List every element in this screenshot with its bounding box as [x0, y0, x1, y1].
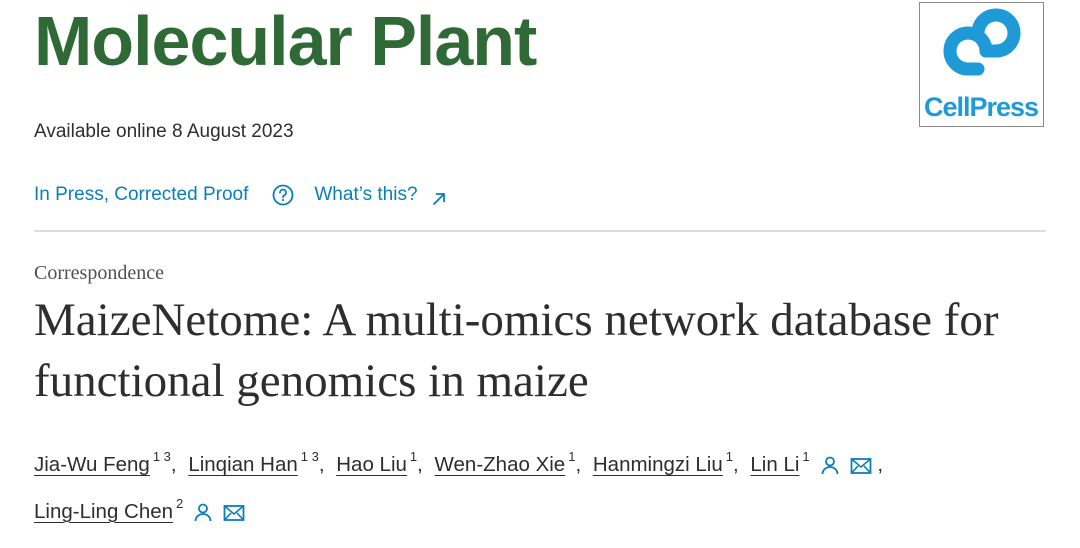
- author-list: Jia-Wu Feng 1 3, Linqian Han 1 3, Hao Liu 1…: [34, 440, 1044, 534]
- envelope-icon[interactable]: [223, 497, 245, 534]
- cellpress-wordmark: CellPress: [924, 92, 1038, 122]
- available-online-date: Available online 8 August 2023: [34, 121, 294, 142]
- person-icon[interactable]: [820, 450, 840, 487]
- cellpress-logo[interactable]: CellPress: [919, 2, 1044, 127]
- author-item: Ling-Ling Chen 2: [34, 496, 245, 523]
- author-item: Lin Li 1 ,: [750, 449, 889, 476]
- author-name-link[interactable]: Linqian Han: [188, 453, 297, 476]
- author-item: Wen-Zhao Xie 1,: [434, 449, 582, 476]
- article-status-link[interactable]: In Press, Corrected Proof: [34, 184, 248, 206]
- author-affiliation: 1 3: [300, 449, 319, 464]
- author-name-link[interactable]: Lin Li: [750, 453, 799, 476]
- article-status-row: In Press, Corrected Proof What’s this?: [34, 180, 446, 210]
- arrow-up-right-icon[interactable]: [432, 190, 446, 205]
- cellpress-logo-icon: CellPress: [924, 8, 1039, 122]
- author-affiliation: 2: [176, 495, 184, 511]
- author-name-link[interactable]: Hao Liu: [336, 453, 407, 476]
- envelope-icon[interactable]: [850, 450, 872, 487]
- whats-this-link[interactable]: What’s this?: [314, 184, 417, 206]
- author-affiliation: 1 3: [152, 449, 171, 464]
- author-item: Hao Liu 1,: [336, 449, 423, 476]
- author-name-link[interactable]: Hanmingzi Liu: [593, 453, 723, 476]
- author-affiliation: 1: [725, 449, 733, 464]
- author-affiliation: 1: [802, 449, 810, 464]
- header-divider: [34, 230, 1046, 232]
- question-circle-icon[interactable]: [272, 184, 294, 206]
- person-icon[interactable]: [193, 497, 213, 534]
- author-item: Linqian Han 1 3,: [188, 449, 325, 476]
- author-affiliation: 1: [568, 449, 576, 464]
- article-title: MaizeNetome: A multi-omics network datab…: [34, 294, 999, 407]
- author-item: Jia-Wu Feng 1 3,: [34, 449, 177, 476]
- article-type: Correspondence: [34, 262, 164, 284]
- author-item: Hanmingzi Liu 1,: [592, 449, 739, 476]
- author-affiliation: 1: [409, 449, 418, 464]
- author-name-link[interactable]: Wen-Zhao Xie: [435, 453, 566, 476]
- author-name-link[interactable]: Jia-Wu Feng: [34, 453, 150, 476]
- journal-title[interactable]: Molecular Plant: [34, 0, 537, 84]
- author-name-link[interactable]: Ling-Ling Chen: [34, 500, 173, 523]
